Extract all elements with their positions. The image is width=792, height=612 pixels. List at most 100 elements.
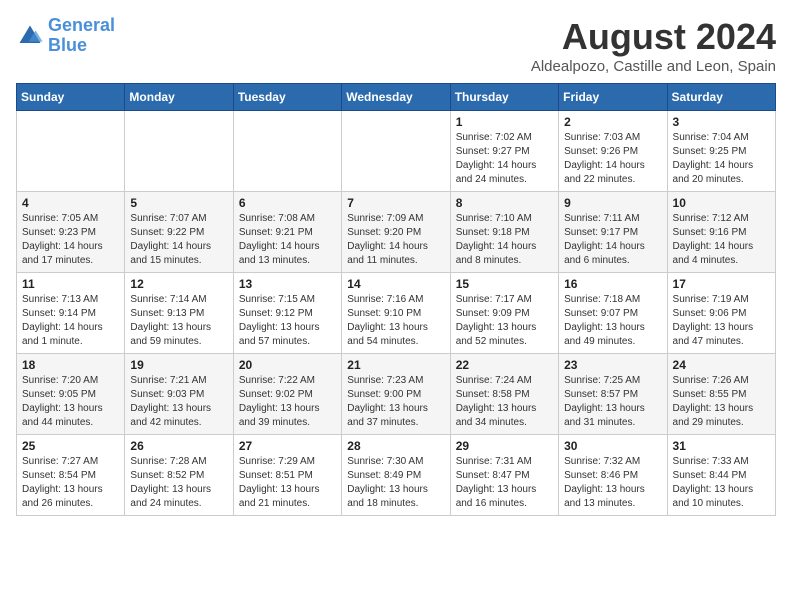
day-info: Sunrise: 7:15 AMSunset: 9:12 PMDaylight:… bbox=[239, 293, 336, 349]
day-info: Sunrise: 7:02 AMSunset: 9:27 PMDaylight:… bbox=[456, 131, 553, 187]
calendar-cell: 30 Sunrise: 7:32 AMSunset: 8:46 PMDayligh… bbox=[559, 435, 667, 516]
day-info: Sunrise: 7:05 AMSunset: 9:23 PMDaylight:… bbox=[22, 212, 119, 268]
calendar-cell: 4Sunrise: 7:05 AMSunset: 9:23 PMDaylight… bbox=[17, 192, 125, 273]
day-info: Sunrise: 7:24 AMSunset: 8:58 PMDaylight:… bbox=[456, 374, 553, 430]
calendar-cell: 14 Sunrise: 7:16 AMSunset: 9:10 PMDayligh… bbox=[342, 273, 450, 354]
day-number: 22 bbox=[456, 358, 553, 372]
calendar-cell: 27 Sunrise: 7:29 AMSunset: 8:51 PMDayligh… bbox=[233, 435, 341, 516]
day-number: 18 bbox=[22, 358, 119, 372]
day-info: Sunrise: 7:32 AMSunset: 8:46 PMDaylight:… bbox=[564, 455, 661, 511]
calendar-cell: 24Sunrise: 7:26 AMSunset: 8:55 PMDayligh… bbox=[667, 354, 775, 435]
calendar-cell: 29 Sunrise: 7:31 AMSunset: 8:47 PMDayligh… bbox=[450, 435, 558, 516]
calendar-cell bbox=[342, 111, 450, 192]
weekday-header-wednesday: Wednesday bbox=[342, 84, 450, 111]
day-info: Sunrise: 7:17 AMSunset: 9:09 PMDaylight:… bbox=[456, 293, 553, 349]
day-number: 15 bbox=[456, 277, 553, 291]
day-info: Sunrise: 7:23 AMSunset: 9:00 PMDaylight:… bbox=[347, 374, 444, 430]
day-info: Sunrise: 7:18 AMSunset: 9:07 PMDaylight:… bbox=[564, 293, 661, 349]
day-info: Sunrise: 7:21 AMSunset: 9:03 PMDaylight:… bbox=[130, 374, 227, 430]
day-number: 3 bbox=[673, 115, 770, 129]
day-number: 2 bbox=[564, 115, 661, 129]
logo: General Blue bbox=[16, 16, 115, 56]
day-info: Sunrise: 7:31 AMSunset: 8:47 PMDaylight:… bbox=[456, 455, 553, 511]
day-number: 25 bbox=[22, 439, 119, 453]
day-info: Sunrise: 7:13 AMSunset: 9:14 PMDaylight:… bbox=[22, 293, 119, 349]
calendar-cell: 1Sunrise: 7:02 AMSunset: 9:27 PMDaylight… bbox=[450, 111, 558, 192]
calendar-cell: 9 Sunrise: 7:11 AMSunset: 9:17 PMDaylight… bbox=[559, 192, 667, 273]
calendar-cell: 17 Sunrise: 7:19 AMSunset: 9:06 PMDayligh… bbox=[667, 273, 775, 354]
calendar-cell: 19 Sunrise: 7:21 AMSunset: 9:03 PMDayligh… bbox=[125, 354, 233, 435]
weekday-header-row: SundayMondayTuesdayWednesdayThursdayFrid… bbox=[17, 84, 776, 111]
week-row-4: 18 Sunrise: 7:20 AMSunset: 9:05 PMDayligh… bbox=[17, 354, 776, 435]
day-info: Sunrise: 7:20 AMSunset: 9:05 PMDaylight:… bbox=[22, 374, 119, 430]
calendar-cell: 7 Sunrise: 7:09 AMSunset: 9:20 PMDaylight… bbox=[342, 192, 450, 273]
day-info: Sunrise: 7:16 AMSunset: 9:10 PMDaylight:… bbox=[347, 293, 444, 349]
calendar-cell: 16 Sunrise: 7:18 AMSunset: 9:07 PMDayligh… bbox=[559, 273, 667, 354]
logo-text: General Blue bbox=[48, 16, 115, 56]
day-number: 14 bbox=[347, 277, 444, 291]
week-row-5: 25Sunrise: 7:27 AMSunset: 8:54 PMDayligh… bbox=[17, 435, 776, 516]
day-info: Sunrise: 7:28 AMSunset: 8:52 PMDaylight:… bbox=[130, 455, 227, 511]
title-block: August 2024 Aldealpozo, Castille and Leo… bbox=[531, 16, 776, 75]
day-number: 21 bbox=[347, 358, 444, 372]
calendar-cell bbox=[17, 111, 125, 192]
calendar-cell: 12Sunrise: 7:14 AMSunset: 9:13 PMDayligh… bbox=[125, 273, 233, 354]
day-number: 26 bbox=[130, 439, 227, 453]
day-number: 11 bbox=[22, 277, 119, 291]
day-number: 31 bbox=[673, 439, 770, 453]
weekday-header-friday: Friday bbox=[559, 84, 667, 111]
calendar-cell: 20Sunrise: 7:22 AMSunset: 9:02 PMDayligh… bbox=[233, 354, 341, 435]
day-info: Sunrise: 7:33 AMSunset: 8:44 PMDaylight:… bbox=[673, 455, 770, 511]
day-info: Sunrise: 7:26 AMSunset: 8:55 PMDaylight:… bbox=[673, 374, 770, 430]
calendar-cell: 8Sunrise: 7:10 AMSunset: 9:18 PMDaylight… bbox=[450, 192, 558, 273]
calendar-cell: 23Sunrise: 7:25 AMSunset: 8:57 PMDayligh… bbox=[559, 354, 667, 435]
day-info: Sunrise: 7:25 AMSunset: 8:57 PMDaylight:… bbox=[564, 374, 661, 430]
day-number: 12 bbox=[130, 277, 227, 291]
day-info: Sunrise: 7:08 AMSunset: 9:21 PMDaylight:… bbox=[239, 212, 336, 268]
calendar-cell bbox=[125, 111, 233, 192]
day-number: 30 bbox=[564, 439, 661, 453]
page-header: General Blue August 2024 Aldealpozo, Cas… bbox=[16, 16, 776, 75]
day-number: 29 bbox=[456, 439, 553, 453]
day-info: Sunrise: 7:09 AMSunset: 9:20 PMDaylight:… bbox=[347, 212, 444, 268]
calendar-cell: 3 Sunrise: 7:04 AMSunset: 9:25 PMDaylight… bbox=[667, 111, 775, 192]
weekday-header-thursday: Thursday bbox=[450, 84, 558, 111]
calendar-cell: 26 Sunrise: 7:28 AMSunset: 8:52 PMDayligh… bbox=[125, 435, 233, 516]
week-row-2: 4Sunrise: 7:05 AMSunset: 9:23 PMDaylight… bbox=[17, 192, 776, 273]
day-number: 9 bbox=[564, 196, 661, 210]
day-info: Sunrise: 7:19 AMSunset: 9:06 PMDaylight:… bbox=[673, 293, 770, 349]
day-number: 28 bbox=[347, 439, 444, 453]
day-number: 17 bbox=[673, 277, 770, 291]
day-number: 16 bbox=[564, 277, 661, 291]
day-info: Sunrise: 7:29 AMSunset: 8:51 PMDaylight:… bbox=[239, 455, 336, 511]
day-number: 7 bbox=[347, 196, 444, 210]
weekday-header-sunday: Sunday bbox=[17, 84, 125, 111]
day-info: Sunrise: 7:03 AMSunset: 9:26 PMDaylight:… bbox=[564, 131, 661, 187]
day-number: 19 bbox=[130, 358, 227, 372]
calendar-cell bbox=[233, 111, 341, 192]
day-number: 10 bbox=[673, 196, 770, 210]
calendar-cell: 15 Sunrise: 7:17 AMSunset: 9:09 PMDayligh… bbox=[450, 273, 558, 354]
day-info: Sunrise: 7:30 AMSunset: 8:49 PMDaylight:… bbox=[347, 455, 444, 511]
weekday-header-monday: Monday bbox=[125, 84, 233, 111]
weekday-header-tuesday: Tuesday bbox=[233, 84, 341, 111]
day-number: 27 bbox=[239, 439, 336, 453]
day-number: 13 bbox=[239, 277, 336, 291]
calendar-cell: 13 Sunrise: 7:15 AMSunset: 9:12 PMDayligh… bbox=[233, 273, 341, 354]
week-row-3: 11 Sunrise: 7:13 AMSunset: 9:14 PMDayligh… bbox=[17, 273, 776, 354]
calendar-cell: 10Sunrise: 7:12 AMSunset: 9:16 PMDayligh… bbox=[667, 192, 775, 273]
calendar-cell: 6Sunrise: 7:08 AMSunset: 9:21 PMDaylight… bbox=[233, 192, 341, 273]
location: Aldealpozo, Castille and Leon, Spain bbox=[531, 58, 776, 75]
weekday-header-saturday: Saturday bbox=[667, 84, 775, 111]
calendar-cell: 18 Sunrise: 7:20 AMSunset: 9:05 PMDayligh… bbox=[17, 354, 125, 435]
calendar-cell: 11 Sunrise: 7:13 AMSunset: 9:14 PMDayligh… bbox=[17, 273, 125, 354]
month-year: August 2024 bbox=[531, 16, 776, 58]
calendar-cell: 31 Sunrise: 7:33 AMSunset: 8:44 PMDayligh… bbox=[667, 435, 775, 516]
day-info: Sunrise: 7:04 AMSunset: 9:25 PMDaylight:… bbox=[673, 131, 770, 187]
calendar-cell: 25Sunrise: 7:27 AMSunset: 8:54 PMDayligh… bbox=[17, 435, 125, 516]
day-info: Sunrise: 7:11 AMSunset: 9:17 PMDaylight:… bbox=[564, 212, 661, 268]
week-row-1: 1Sunrise: 7:02 AMSunset: 9:27 PMDaylight… bbox=[17, 111, 776, 192]
day-info: Sunrise: 7:22 AMSunset: 9:02 PMDaylight:… bbox=[239, 374, 336, 430]
day-number: 5 bbox=[130, 196, 227, 210]
calendar-table: SundayMondayTuesdayWednesdayThursdayFrid… bbox=[16, 83, 776, 516]
